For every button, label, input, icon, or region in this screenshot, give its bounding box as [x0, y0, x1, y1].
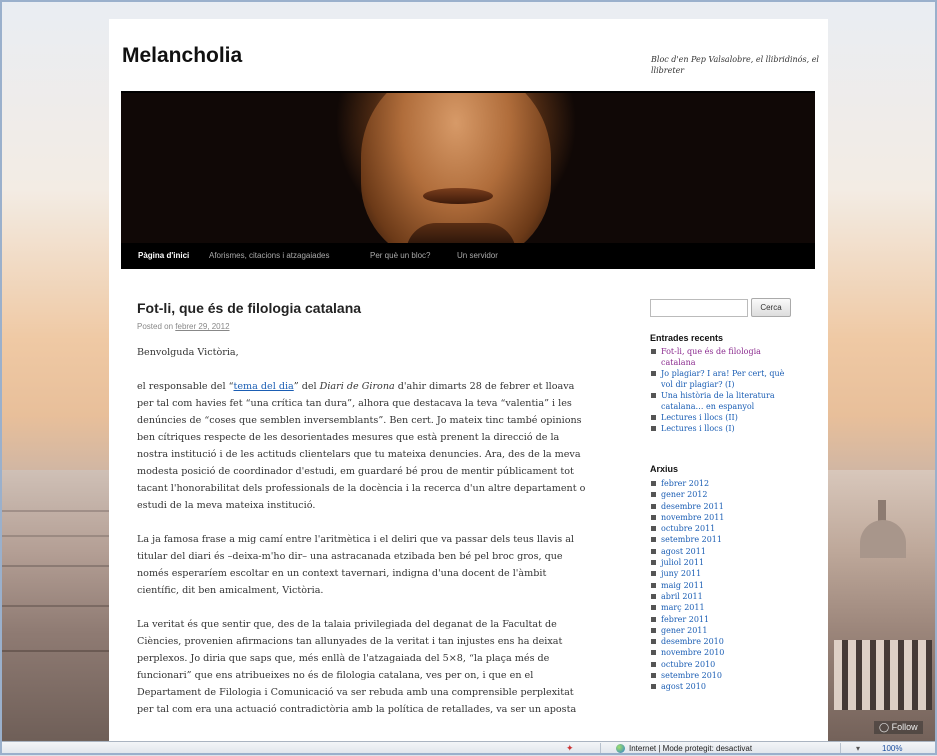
- post-title[interactable]: Fot-li, que és de filologia catalana: [137, 300, 361, 316]
- header-image: [121, 91, 815, 243]
- recent-post-link[interactable]: Jo plagiar? I ara! Per cert, què vol dir…: [650, 368, 796, 390]
- site-title[interactable]: Melancholia: [122, 44, 242, 68]
- background-arches: [834, 640, 932, 710]
- archive-link[interactable]: setembre 2011: [650, 534, 796, 545]
- archive-link[interactable]: març 2011: [650, 602, 796, 613]
- main-navigation: Pàgina d'inici Aforismes, citacions i at…: [121, 243, 815, 269]
- follow-label: Follow: [891, 722, 918, 732]
- nav-item-home[interactable]: Pàgina d'inici: [138, 251, 189, 260]
- archive-link[interactable]: novembre 2010: [650, 647, 796, 658]
- archive-link[interactable]: maig 2011: [650, 580, 796, 591]
- post-date-link[interactable]: febrer 29, 2012: [175, 322, 229, 331]
- post-meta: Posted on febrer 29, 2012: [137, 322, 230, 331]
- background-dome: [860, 520, 906, 558]
- post-paragraph: La ja famosa frase a mig camí entre l'ar…: [137, 534, 574, 596]
- post-greeting: Benvolguda Victòria,: [137, 347, 239, 358]
- post-paragraph: La veritat és que sentir que, des de la …: [137, 619, 577, 715]
- post-paragraph: el responsable del “tema del dia” del Di…: [137, 381, 586, 511]
- search-input[interactable]: [650, 299, 748, 317]
- nav-item-aforismes[interactable]: Aforismes, citacions i atzagaiades: [209, 251, 330, 260]
- site-description: Bloc d'en Pep Valsalobre, el llibridinós…: [651, 55, 819, 75]
- recent-post-link[interactable]: Lectures i llocs (II): [650, 412, 796, 423]
- archive-link[interactable]: desembre 2010: [650, 636, 796, 647]
- post-content: Benvolguda Victòria, el responsable del …: [137, 344, 589, 735]
- archive-link[interactable]: agost 2011: [650, 546, 796, 557]
- nav-item-per-que-bloc[interactable]: Per què un bloc?: [370, 251, 431, 260]
- recent-post-link[interactable]: Lectures i llocs (I): [650, 423, 796, 434]
- archive-link[interactable]: juny 2011: [650, 568, 796, 579]
- background-city-left: [0, 470, 112, 740]
- archive-link[interactable]: novembre 2011: [650, 512, 796, 523]
- archive-link[interactable]: febrer 2011: [650, 614, 796, 625]
- archives-list: febrer 2012 gener 2012 desembre 2011 nov…: [650, 478, 796, 693]
- archive-link[interactable]: gener 2011: [650, 625, 796, 636]
- security-zone-text[interactable]: Internet | Mode protegit: desactivat: [629, 744, 752, 753]
- recent-posts-list: Fot-li, que és de filologia catalana Jo …: [650, 346, 796, 434]
- archive-link[interactable]: agost 2010: [650, 681, 796, 692]
- archive-link[interactable]: abril 2011: [650, 591, 796, 602]
- archive-link[interactable]: gener 2012: [650, 489, 796, 500]
- zoom-dropdown-arrow[interactable]: ▾: [856, 744, 860, 753]
- security-warning-icon[interactable]: ✦: [566, 743, 574, 754]
- internet-zone-icon: [616, 744, 625, 753]
- search-button[interactable]: Cerca: [751, 298, 791, 317]
- archive-link[interactable]: setembre 2010: [650, 670, 796, 681]
- archive-link[interactable]: octubre 2011: [650, 523, 796, 534]
- browser-status-bar: ✦ Internet | Mode protegit: desactivat ▾…: [0, 741, 937, 756]
- zoom-level[interactable]: 100%: [882, 744, 902, 753]
- recent-posts-title: Entrades recents: [650, 333, 724, 343]
- tema-del-dia-link[interactable]: tema del dia: [234, 381, 294, 392]
- archive-link[interactable]: febrer 2012: [650, 478, 796, 489]
- nav-item-un-servidor[interactable]: Un servidor: [457, 251, 498, 260]
- posted-on-label: Posted on: [137, 322, 174, 331]
- archive-link[interactable]: desembre 2011: [650, 501, 796, 512]
- blog-page: Melancholia Bloc d'en Pep Valsalobre, el…: [109, 19, 828, 755]
- archives-title: Arxius: [650, 464, 679, 474]
- archive-link[interactable]: juliol 2011: [650, 557, 796, 568]
- follow-button[interactable]: ◯ Follow: [874, 721, 923, 734]
- recent-post-link[interactable]: Una història de la literatura catalana… …: [650, 390, 796, 412]
- background-spire: [878, 500, 886, 522]
- recent-post-link[interactable]: Fot-li, que és de filologia catalana: [650, 346, 796, 368]
- follow-icon: ◯: [879, 722, 890, 732]
- archive-link[interactable]: octubre 2010: [650, 659, 796, 670]
